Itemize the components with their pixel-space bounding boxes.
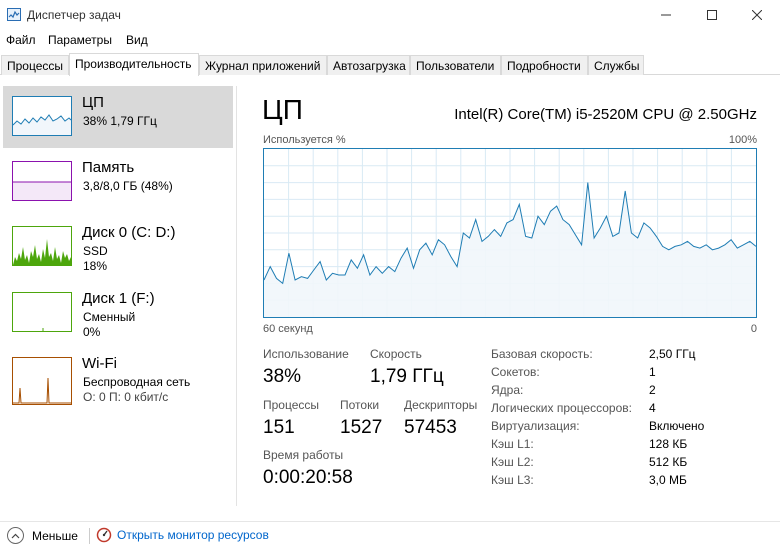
cpu-usage-graph (263, 148, 757, 318)
tab-app-history[interactable]: Журнал приложений (199, 55, 327, 75)
fewer-details-label: Меньше (32, 528, 78, 543)
sidebar-item-detail-2: 0% (83, 325, 101, 339)
usage-value: 38% (263, 366, 302, 387)
performance-sidebar: ЦП 38% 1,79 ГГц Память 3,8/8,0 ГБ (48%) … (0, 86, 236, 516)
sidebar-item-detail-2: 18% (83, 259, 108, 273)
memory-thumbnail-graph (12, 161, 72, 201)
page-title: ЦП (262, 94, 303, 125)
speed-label: Скорость (370, 347, 422, 361)
title-bar: Диспетчер задач (0, 0, 780, 30)
menu-bar: Файл Параметры Вид (0, 31, 780, 49)
sidebar-item-cpu[interactable]: ЦП 38% 1,79 ГГц (3, 86, 233, 148)
wifi-thumbnail-graph (12, 357, 72, 405)
task-manager-icon (7, 8, 21, 21)
info-value-l2-cache: 512 КБ (649, 455, 688, 469)
sidebar-item-wifi[interactable]: Wi-Fi Беспроводная сеть О: 0 П: 0 кбит/с (3, 347, 233, 409)
sidebar-divider (236, 86, 237, 506)
info-label-l1-cache: Кэш L1: (491, 437, 534, 451)
window-title: Диспетчер задач (27, 8, 121, 22)
cpu-thumbnail-graph (12, 96, 72, 136)
sidebar-item-memory[interactable]: Память 3,8/8,0 ГБ (48%) (3, 151, 233, 213)
tab-startup[interactable]: Автозагрузка (327, 55, 410, 75)
info-label-logical-processors: Логических процессоров: (491, 401, 632, 415)
menu-view[interactable]: Вид (126, 33, 148, 47)
threads-label: Потоки (340, 398, 380, 412)
menu-file[interactable]: Файл (6, 33, 36, 47)
close-button[interactable] (734, 0, 780, 30)
info-value-virtualization: Включено (649, 419, 705, 433)
info-value-sockets: 1 (649, 365, 656, 379)
sidebar-item-name: Диск 1 (F:) (82, 290, 155, 307)
sidebar-item-disk1[interactable]: Диск 1 (F:) Сменный 0% (3, 282, 233, 344)
sidebar-item-detail: 38% 1,79 ГГц (83, 114, 157, 128)
open-resource-monitor-label: Открыть монитор ресурсов (117, 528, 269, 542)
info-label-cores: Ядра: (491, 383, 524, 397)
handles-value: 57453 (404, 417, 457, 438)
handles-label: Дескрипторы (404, 398, 478, 412)
disk0-thumbnail-graph (12, 226, 72, 266)
info-value-base-speed: 2,50 ГГц (649, 347, 696, 361)
cpu-usage-chart (264, 149, 756, 317)
graph-y-label: Используется % (263, 134, 346, 146)
sidebar-item-disk0[interactable]: Диск 0 (C: D:) SSD 18% (3, 216, 233, 278)
sidebar-item-detail: Сменный (83, 310, 136, 324)
chevron-up-icon (7, 527, 24, 544)
processes-label: Процессы (263, 398, 320, 412)
sidebar-item-name: ЦП (82, 94, 104, 111)
sidebar-item-detail: Беспроводная сеть (83, 375, 191, 389)
open-resource-monitor-link[interactable]: Открыть монитор ресурсов (96, 527, 269, 543)
maximize-button[interactable] (689, 0, 735, 30)
info-label-base-speed: Базовая скорость: (491, 347, 593, 361)
tab-processes[interactable]: Процессы (1, 55, 69, 75)
info-label-virtualization: Виртуализация: (491, 419, 580, 433)
sidebar-item-detail-2: О: 0 П: 0 кбит/с (83, 390, 169, 404)
info-label-l3-cache: Кэш L3: (491, 473, 534, 487)
footer-divider (89, 528, 90, 544)
tab-details[interactable]: Подробности (501, 55, 588, 75)
minimize-button[interactable] (643, 0, 689, 30)
info-value-l3-cache: 3,0 МБ (649, 473, 687, 487)
tab-users[interactable]: Пользователи (410, 55, 501, 75)
sidebar-item-detail: SSD (83, 244, 108, 258)
tab-services[interactable]: Службы (588, 55, 644, 75)
sidebar-item-name: Память (82, 159, 135, 176)
speed-value: 1,79 ГГц (370, 366, 444, 387)
sidebar-item-name: Wi-Fi (82, 355, 117, 372)
graph-x-label: 60 секунд (263, 323, 313, 335)
tab-performance[interactable]: Производительность (69, 53, 199, 76)
graph-y-max-label: 100% (728, 134, 757, 146)
footer-bar: Меньше Открыть монитор ресурсов (0, 521, 780, 549)
sidebar-item-name: Диск 0 (C: D:) (82, 224, 176, 241)
processes-value: 151 (263, 417, 295, 438)
graph-x-end-label: 0 (750, 323, 757, 335)
cpu-model-name: Intel(R) Core(TM) i5-2520M CPU @ 2.50GHz (454, 106, 757, 123)
menu-options[interactable]: Параметры (48, 33, 112, 47)
uptime-value: 0:00:20:58 (263, 467, 353, 488)
sidebar-item-detail: 3,8/8,0 ГБ (48%) (83, 179, 173, 193)
fewer-details-button[interactable]: Меньше (7, 527, 78, 544)
info-label-sockets: Сокетов: (491, 365, 540, 379)
resource-monitor-icon (96, 527, 112, 543)
info-value-cores: 2 (649, 383, 656, 397)
info-label-l2-cache: Кэш L2: (491, 455, 534, 469)
usage-label: Использование (263, 347, 349, 361)
tab-bar: Процессы Производительность Журнал прило… (0, 53, 780, 76)
info-value-logical-processors: 4 (649, 401, 656, 415)
info-value-l1-cache: 128 КБ (649, 437, 688, 451)
uptime-label: Время работы (263, 448, 344, 462)
threads-value: 1527 (340, 417, 383, 438)
disk1-thumbnail-graph (12, 292, 72, 332)
